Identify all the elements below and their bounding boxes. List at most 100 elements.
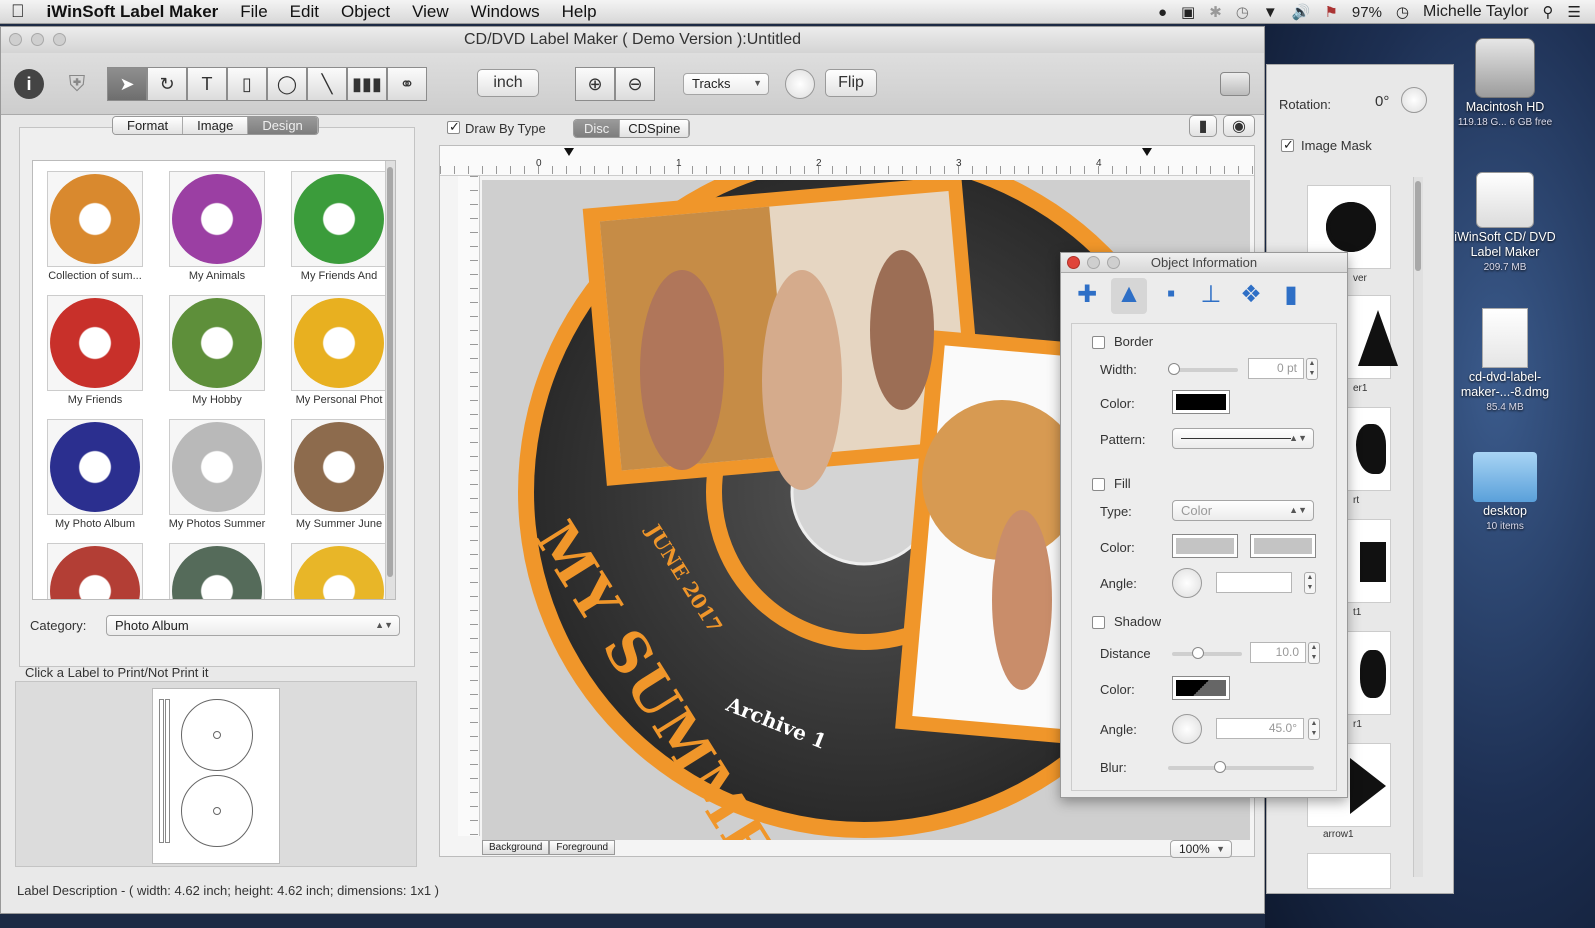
facetime-icon[interactable]: ▣ xyxy=(1181,3,1195,21)
unit-button[interactable]: inch xyxy=(477,69,539,97)
shadow-angle-field[interactable]: 45.0° xyxy=(1216,718,1304,739)
width-field[interactable]: 0 pt xyxy=(1248,358,1304,379)
zoom-out-icon[interactable]: ⊖ xyxy=(615,67,655,101)
design-thumbnail[interactable]: My Summer June xyxy=(289,419,389,530)
rotate-tool[interactable]: ↻ xyxy=(147,67,187,101)
notification-center-icon[interactable]: ☰ xyxy=(1568,3,1581,21)
fill-color-swatch-1[interactable] xyxy=(1172,534,1238,558)
mask-partial-tile[interactable] xyxy=(1307,853,1391,889)
printer-icon[interactable] xyxy=(1215,67,1255,101)
flip-button[interactable]: Flip xyxy=(825,69,877,97)
draw-by-type-checkbox[interactable]: ✓ xyxy=(447,119,460,134)
ruler-marker-left[interactable] xyxy=(564,148,574,156)
design-thumbnail[interactable] xyxy=(45,543,145,599)
flag-icon[interactable]: ⚑ xyxy=(1324,3,1337,21)
pattern-dropdown[interactable]: ▲▼ xyxy=(1172,428,1314,449)
design-thumbnail[interactable] xyxy=(289,543,389,599)
desktop-icon-macintosh-hd[interactable]: Macintosh HD 119.18 G... 6 GB free xyxy=(1445,38,1565,130)
minimize-panel-button[interactable] xyxy=(1087,256,1100,269)
desktop-icon-dmg[interactable]: cd-dvd-label-maker-...-8.dmg 85.4 MB xyxy=(1445,308,1565,415)
menu-edit[interactable]: Edit xyxy=(279,2,330,22)
design-thumbnail[interactable]: My Animals xyxy=(167,171,267,282)
distance-stepper[interactable]: ▲ ▼ xyxy=(1308,642,1320,664)
clock-icon[interactable]: ◷ xyxy=(1396,3,1409,21)
menu-view[interactable]: View xyxy=(401,2,460,22)
shadow-angle-knob[interactable] xyxy=(1172,714,1202,744)
apple-icon[interactable]:  xyxy=(0,1,36,22)
close-panel-button[interactable] xyxy=(1067,256,1080,269)
spotlight-icon[interactable]: ⚲ xyxy=(1543,3,1554,21)
fill-angle-stepper[interactable]: ▲ ▼ xyxy=(1304,572,1316,594)
design-thumbnail[interactable]: My Personal Phot xyxy=(289,295,389,406)
volume-icon[interactable]: 🔊 xyxy=(1292,3,1311,21)
shield-icon[interactable]: ⛨ xyxy=(57,67,97,101)
design-thumbnail[interactable] xyxy=(167,543,267,599)
rotation-knob[interactable] xyxy=(1401,87,1427,113)
distance-slider[interactable] xyxy=(1172,647,1242,659)
fill-type-dropdown[interactable]: Color ▲▼ xyxy=(1172,500,1314,521)
perspective-tab-icon[interactable]: ▪ xyxy=(1155,280,1187,312)
bluetooth-icon[interactable]: ✱ xyxy=(1209,3,1222,21)
align-tab-icon[interactable]: ⊥ xyxy=(1195,280,1227,312)
menu-file[interactable]: File xyxy=(229,2,278,22)
eye-icon[interactable]: ◉ xyxy=(1223,115,1255,137)
geometry-tab-icon[interactable]: ▲ xyxy=(1111,278,1147,314)
ellipse-tool[interactable]: ◯ xyxy=(267,67,307,101)
notification-icon[interactable]: ● xyxy=(1158,4,1167,21)
category-dropdown[interactable]: Photo Album ▲▼ xyxy=(106,615,400,636)
tab-disc[interactable]: Disc xyxy=(574,120,621,137)
layer-icon[interactable]: ▮ xyxy=(1189,115,1217,137)
tab-design[interactable]: Design xyxy=(248,117,318,134)
width-stepper[interactable]: ▲ ▼ xyxy=(1306,358,1318,380)
user-name[interactable]: Michelle Taylor xyxy=(1423,3,1529,21)
design-thumbnail[interactable]: My Photos Summer xyxy=(167,419,267,530)
design-thumbnail[interactable]: My Photo Album xyxy=(45,419,145,530)
gallery-scrollbar[interactable] xyxy=(385,161,395,599)
zoom-panel-button[interactable] xyxy=(1107,256,1120,269)
mask-scrollbar[interactable] xyxy=(1413,177,1423,877)
minimize-window-button[interactable] xyxy=(31,33,44,46)
time-machine-icon[interactable]: ◷ xyxy=(1236,3,1249,21)
print-sheet[interactable] xyxy=(152,688,280,864)
desktop-icon-folder[interactable]: desktop 10 items xyxy=(1445,452,1565,534)
design-thumbnail[interactable]: My Friends And xyxy=(289,171,389,282)
fill-color-swatch-2[interactable] xyxy=(1250,534,1316,558)
menu-help[interactable]: Help xyxy=(551,2,608,22)
tab-background[interactable]: Background xyxy=(482,840,550,855)
shadow-angle-stepper[interactable]: ▲ ▼ xyxy=(1308,718,1320,740)
border-color-swatch[interactable] xyxy=(1172,390,1230,414)
tracks-dropdown[interactable]: Tracks ▼ xyxy=(683,73,769,95)
zoom-dropdown[interactable]: 100% ▼ xyxy=(1170,840,1232,858)
info-icon[interactable]: i xyxy=(9,67,49,101)
rectangle-tool[interactable]: ▯ xyxy=(227,67,267,101)
zoom-window-button[interactable] xyxy=(53,33,66,46)
battery-text[interactable]: 97% xyxy=(1352,4,1382,21)
barcode-tool[interactable]: ▮▮▮ xyxy=(347,67,387,101)
line-tool[interactable]: ╲ xyxy=(307,67,347,101)
fill-checkbox[interactable] xyxy=(1092,478,1105,491)
fill-angle-field[interactable] xyxy=(1216,572,1292,593)
close-window-button[interactable] xyxy=(9,33,22,46)
disc-slot-bottom[interactable] xyxy=(181,775,253,847)
tab-image[interactable]: Image xyxy=(183,117,249,134)
color-tab-icon[interactable]: ▮ xyxy=(1275,280,1307,312)
shadow-checkbox[interactable] xyxy=(1092,616,1105,629)
tab-foreground[interactable]: Foreground xyxy=(549,840,616,855)
arrange-tab-icon[interactable]: ❖ xyxy=(1235,280,1267,312)
tab-cdspine[interactable]: CDSpine xyxy=(620,120,690,137)
menu-object[interactable]: Object xyxy=(330,2,401,22)
fill-angle-knob[interactable] xyxy=(1172,568,1202,598)
desktop-icon-app-volume[interactable]: iWinSoft CD/ DVD Label Maker 209.7 MB xyxy=(1445,172,1565,275)
image-mask-checkbox[interactable]: ✓ xyxy=(1281,137,1294,152)
select-arrow-tool[interactable]: ➤ xyxy=(107,67,147,101)
design-thumbnail[interactable]: My Friends xyxy=(45,295,145,406)
blur-slider[interactable] xyxy=(1168,761,1314,773)
menu-windows[interactable]: Windows xyxy=(460,2,551,22)
border-checkbox[interactable] xyxy=(1092,336,1105,349)
circular-text-tool[interactable]: ⚭ xyxy=(387,67,427,101)
wifi-icon[interactable]: ▼ xyxy=(1263,4,1278,21)
zoom-in-icon[interactable]: ⊕ xyxy=(575,67,615,101)
text-tool[interactable]: T xyxy=(187,67,227,101)
position-tab-icon[interactable]: ✚ xyxy=(1071,280,1103,312)
disc-slot-top[interactable] xyxy=(181,699,253,771)
